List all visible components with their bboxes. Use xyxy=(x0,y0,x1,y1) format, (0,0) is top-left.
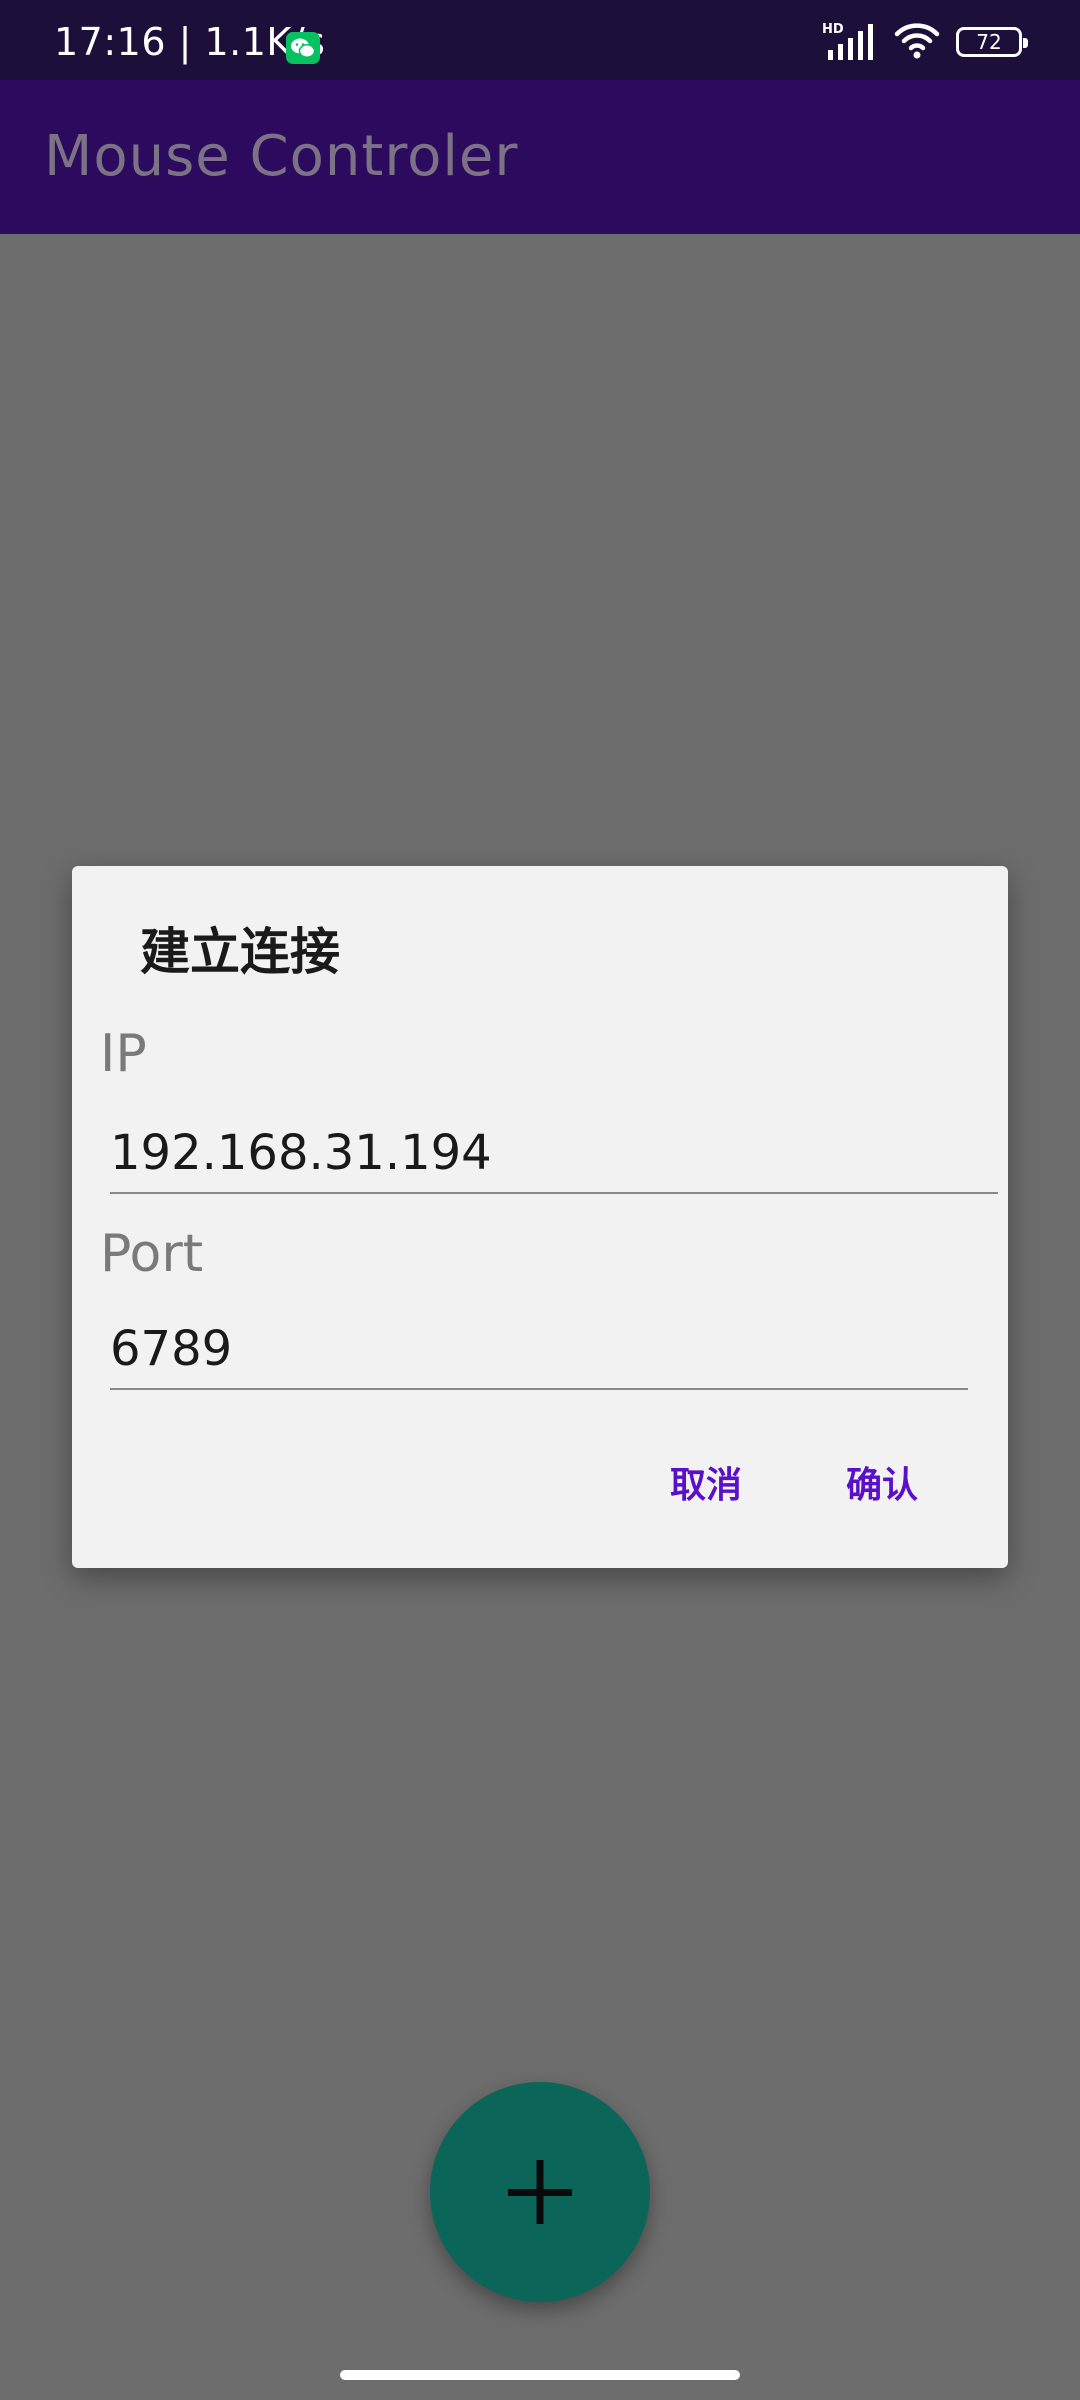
wechat-icon xyxy=(286,32,320,64)
app-title: Mouse Controler xyxy=(44,124,519,189)
signal-icon: HD xyxy=(822,20,878,64)
status-bar: 17:16 | 1.1K/s HD 72 xyxy=(0,0,1080,80)
ip-label: IP xyxy=(100,1024,147,1084)
ip-input[interactable] xyxy=(110,1114,998,1194)
port-input[interactable] xyxy=(110,1310,968,1390)
battery-level: 72 xyxy=(976,30,1002,54)
cancel-button[interactable]: 取消 xyxy=(662,1456,750,1516)
dialog-title: 建立连接 xyxy=(140,923,340,981)
status-time: 17:16 | 1.1K/s xyxy=(54,20,326,64)
home-indicator[interactable] xyxy=(340,2370,740,2380)
status-indicators: HD 72 xyxy=(822,20,1028,64)
confirm-button[interactable]: 确认 xyxy=(838,1456,926,1516)
battery-icon: 72 xyxy=(956,27,1028,57)
screen: 17:16 | 1.1K/s HD 72 Mouse Controler 建立连… xyxy=(0,0,1080,2400)
app-bar: Mouse Controler xyxy=(0,80,1080,234)
add-button[interactable] xyxy=(430,2082,650,2302)
wifi-icon xyxy=(894,20,940,64)
plus-icon xyxy=(508,2160,572,2224)
port-label: Port xyxy=(100,1224,204,1284)
connection-dialog: 建立连接 IP Port 取消 确认 xyxy=(72,866,1008,1568)
